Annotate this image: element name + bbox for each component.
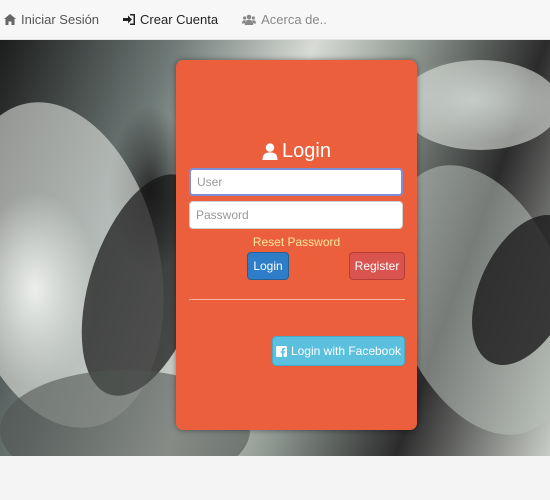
sign-in-icon [123, 14, 136, 25]
login-button[interactable]: Login [247, 252, 289, 280]
password-input[interactable] [189, 201, 403, 229]
nav-item-acerca-de[interactable]: Acerca de.. [242, 0, 327, 40]
login-card: Login Reset Password Login Register Logi… [176, 60, 417, 430]
top-navbar: Iniciar Sesión Crear Cuenta Acerca de.. [0, 0, 550, 40]
facebook-button-label: Login with Facebook [290, 344, 402, 358]
footer-area [0, 456, 550, 500]
divider [189, 299, 405, 300]
nav-item-crear-cuenta[interactable]: Crear Cuenta [123, 0, 218, 40]
facebook-login-button[interactable]: Login with Facebook [272, 336, 405, 366]
reset-password-link[interactable]: Reset Password [176, 235, 417, 249]
nav-item-label: Crear Cuenta [140, 12, 219, 27]
nav-item-label: Acerca de.. [261, 12, 327, 27]
login-title: Login [176, 140, 417, 163]
facebook-icon [275, 345, 287, 357]
user-input[interactable] [189, 168, 403, 196]
nav-item-iniciar-sesion[interactable]: Iniciar Sesión [4, 0, 99, 40]
user-icon [262, 143, 278, 160]
register-button[interactable]: Register [349, 252, 405, 280]
users-icon [242, 14, 257, 25]
nav-item-label: Iniciar Sesión [21, 12, 100, 27]
login-title-text: Login [282, 140, 331, 162]
home-icon [4, 14, 16, 25]
